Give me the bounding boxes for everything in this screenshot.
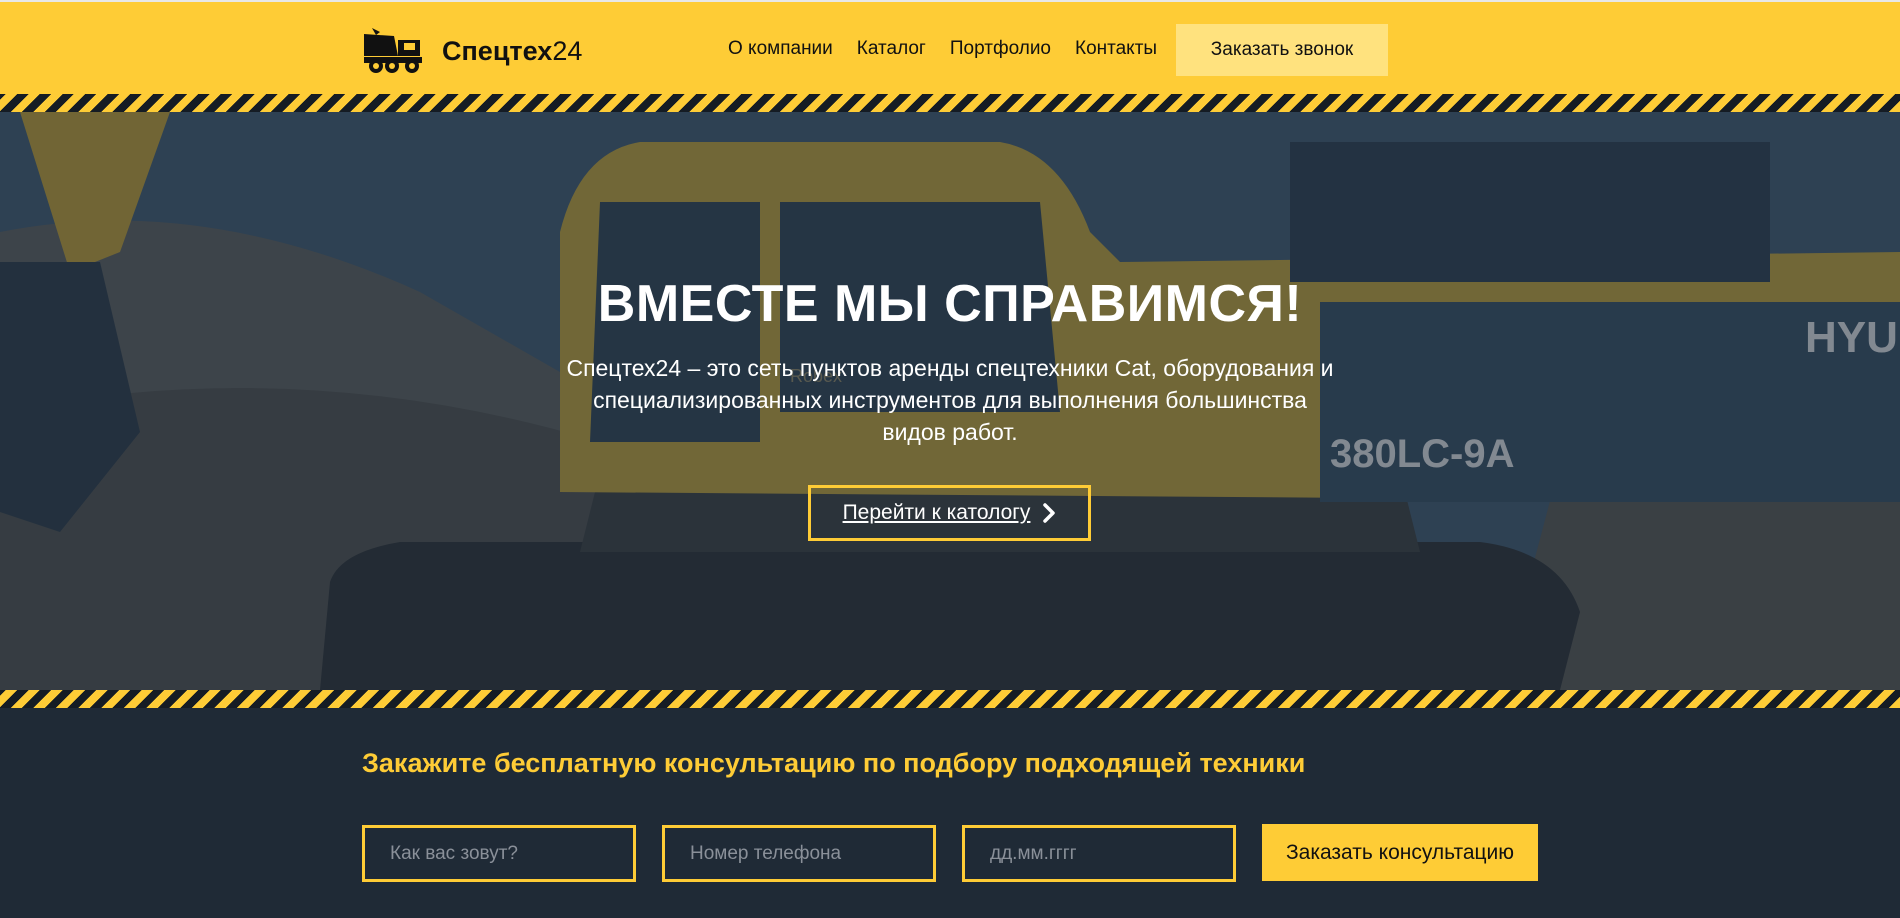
- phone-input[interactable]: [662, 825, 936, 882]
- hero-subtitle: Спецтех24 – это сеть пунктов аренды спец…: [566, 355, 1334, 445]
- logo[interactable]: Спецтех24: [362, 26, 582, 76]
- logo-text-regular: 24: [552, 35, 583, 66]
- header-top-line: [0, 0, 1900, 2]
- go-to-catalog-button[interactable]: Перейти к катологу: [808, 485, 1091, 541]
- site-header: Спецтех24 О компании Каталог Портфолио К…: [0, 0, 1900, 94]
- logo-text: Спецтех24: [442, 36, 582, 67]
- consultation-title: Закажите бесплатную консультацию по подб…: [362, 748, 1306, 778]
- logo-text-bold: Спецтех: [442, 35, 553, 66]
- hazard-stripe-top: [0, 94, 1900, 112]
- order-call-button[interactable]: Заказать звонок: [1176, 24, 1388, 76]
- name-input[interactable]: [362, 825, 636, 882]
- nav-item-contacts[interactable]: Контакты: [1075, 38, 1157, 60]
- date-input[interactable]: [962, 825, 1236, 882]
- nav-item-portfolio[interactable]: Портфолио: [950, 38, 1051, 60]
- nav-item-about[interactable]: О компании: [728, 38, 833, 60]
- chevron-right-icon: [1043, 503, 1056, 523]
- dump-truck-icon: [364, 28, 422, 73]
- hero-section: 380LC-9A HYUN Robex ВМЕСТЕ МЫ СПРАВИМСЯ!…: [0, 112, 1900, 690]
- hero-title: ВМЕСТЕ МЫ СПРАВИМСЯ!: [597, 275, 1303, 333]
- go-to-catalog-label: Перейти к катологу: [842, 501, 1031, 524]
- nav-item-catalog[interactable]: Каталог: [857, 38, 926, 60]
- hazard-stripe-bottom: [0, 690, 1900, 708]
- order-consultation-button[interactable]: Заказать консультацию: [1262, 824, 1538, 881]
- consultation-section: Закажите бесплатную консультацию по подб…: [0, 708, 1900, 918]
- main-nav: О компании Каталог Портфолио Контакты: [728, 38, 1181, 60]
